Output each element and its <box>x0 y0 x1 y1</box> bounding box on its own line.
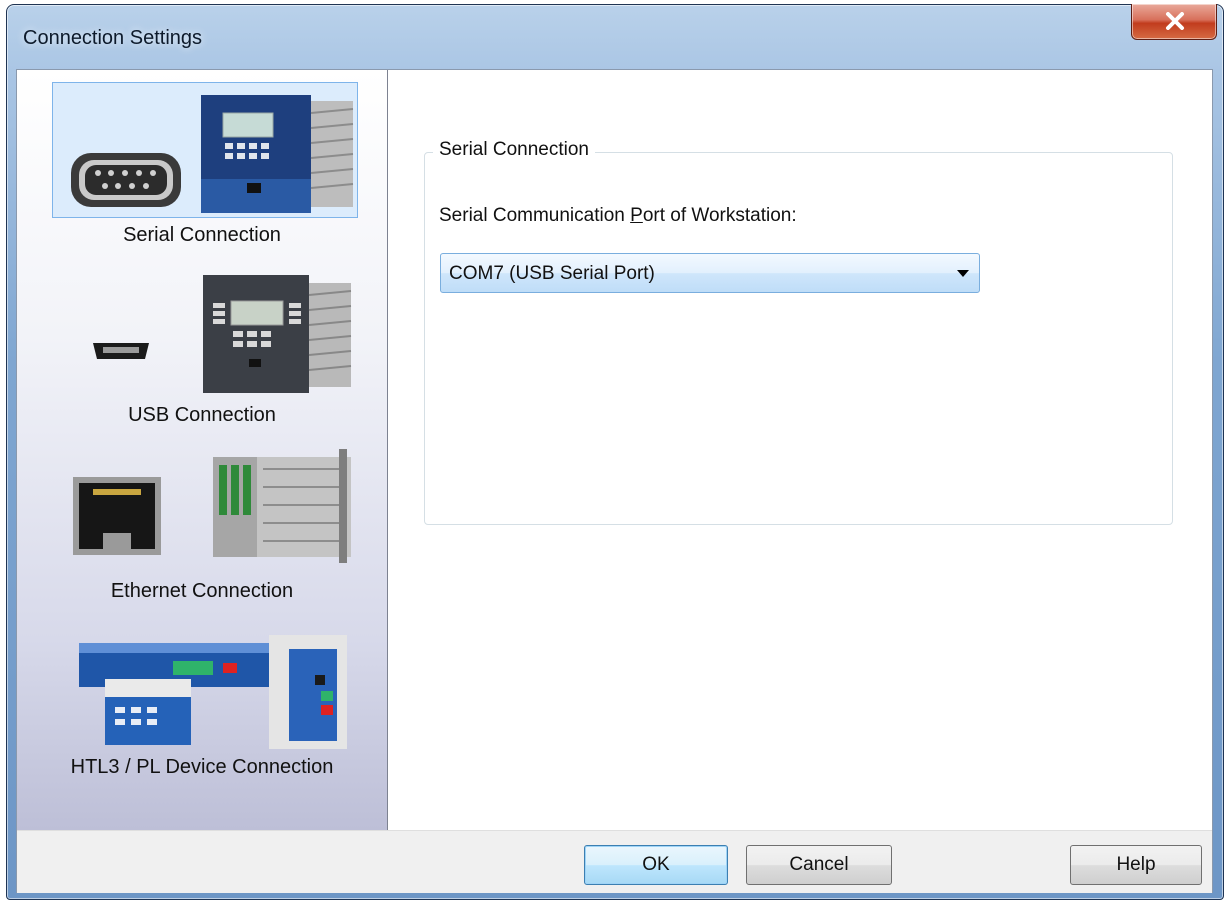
dialog-window: Connection Settings Serial Connection US… <box>6 4 1224 900</box>
htl3-device-picture <box>52 614 358 750</box>
sidebar-item-label: HTL3 / PL Device Connection <box>70 756 334 778</box>
db9-connector-icon <box>71 153 181 207</box>
connection-type-sidebar: Serial Connection USB Connection Etherne… <box>17 70 388 830</box>
title-bar[interactable]: Connection Settings <box>7 4 1223 67</box>
modular-relay-rack-icon <box>213 449 351 563</box>
port-field-label: Serial Communication Port of Workstation… <box>439 205 797 226</box>
sidebar-item-label: USB Connection <box>128 404 276 426</box>
dialog-client-area: Serial Connection USB Connection Etherne… <box>16 69 1213 893</box>
dialog-footer: OK Cancel Help <box>17 830 1212 893</box>
ethernet-connection-picture <box>52 438 358 574</box>
mini-usb-connector-icon <box>93 343 149 359</box>
serial-port-value: COM7 (USB Serial Port) <box>449 263 655 284</box>
protection-relay-device-icon <box>203 275 352 393</box>
usb-connection-picture <box>52 262 358 398</box>
serial-connection-picture <box>52 82 358 218</box>
serial-connection-group: Serial Connection Serial Communication P… <box>424 139 1173 525</box>
close-button[interactable] <box>1131 4 1217 40</box>
ok-button[interactable]: OK <box>584 845 728 885</box>
protection-relay-device-icon <box>201 95 354 213</box>
close-icon <box>1166 12 1184 30</box>
serial-port-dropdown[interactable]: COM7 (USB Serial Port) <box>440 253 980 293</box>
window-title: Connection Settings <box>23 27 203 49</box>
chevron-down-icon <box>957 270 969 277</box>
connection-details-panel: Serial Connection Serial Communication P… <box>388 70 1212 830</box>
sidebar-item-htl3-pl-device-connection[interactable]: HTL3 / PL Device Connection <box>17 614 387 794</box>
sidebar-item-label: Serial Connection <box>123 224 281 246</box>
help-button[interactable]: Help <box>1070 845 1202 885</box>
cancel-button[interactable]: Cancel <box>746 845 892 885</box>
sidebar-item-usb-connection[interactable]: USB Connection <box>17 262 387 432</box>
group-title: Serial Connection <box>433 139 595 161</box>
rj45-port-icon <box>73 477 161 555</box>
sidebar-item-ethernet-connection[interactable]: Ethernet Connection <box>17 438 387 608</box>
sidebar-item-serial-connection[interactable]: Serial Connection <box>17 82 387 252</box>
htl3-device-group-icon <box>79 635 347 749</box>
sidebar-item-label: Ethernet Connection <box>110 580 294 602</box>
